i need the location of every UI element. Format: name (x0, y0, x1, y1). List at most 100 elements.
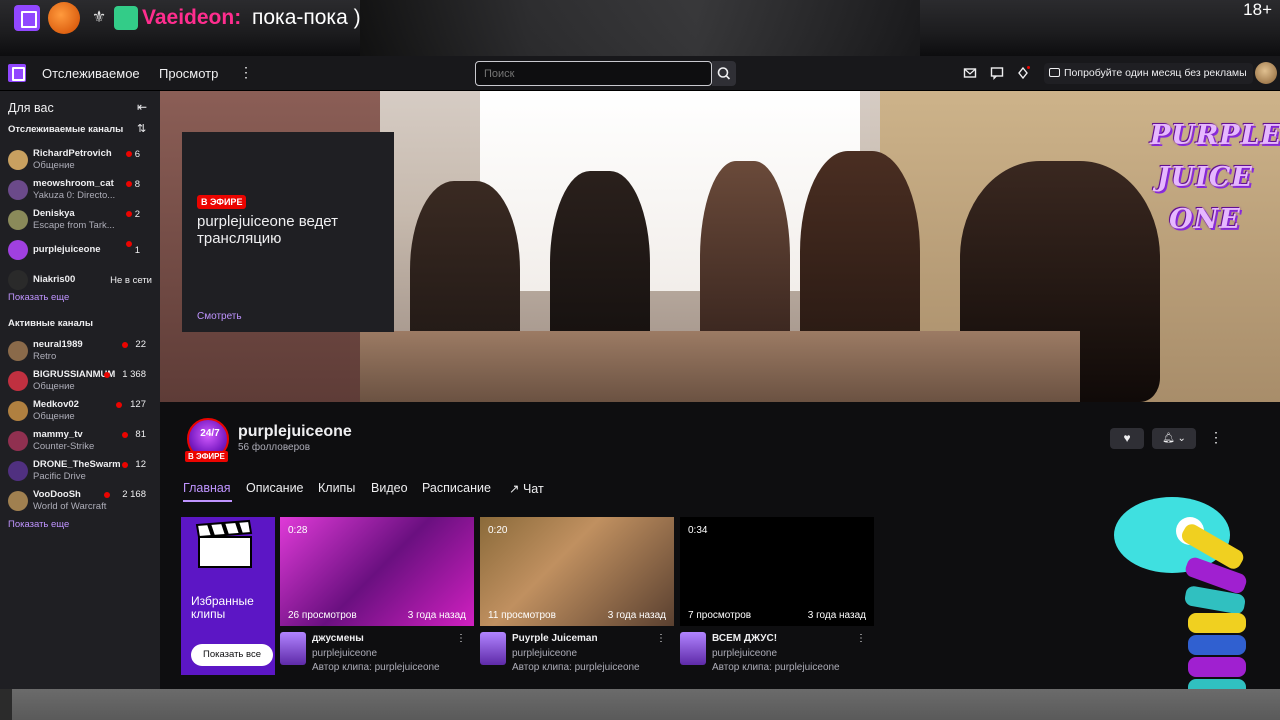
channel-game: Pacific Drive (33, 471, 86, 482)
watch-link[interactable]: Смотреть (197, 311, 242, 322)
search-button[interactable] (712, 61, 736, 86)
heart-icon: ♥ (1123, 431, 1131, 445)
clip-age: 3 года назад (607, 610, 666, 621)
ad-free-icon (1049, 68, 1060, 77)
sidebar: Для вас ⇤ Отслеживаемые каналы ⇅ Richard… (0, 91, 160, 689)
channel-brand-overlay: PURPLE JUICE ONE (1150, 120, 1280, 235)
chat-user-badge-icon (114, 6, 138, 30)
viewer-count: 127 (130, 399, 146, 410)
clip-channel-avatar[interactable] (680, 632, 706, 665)
overlay-chat-message: пока-пока ) (252, 6, 361, 29)
clip-title[interactable]: Puyrple Juiceman (512, 633, 598, 644)
whispers-icon[interactable] (990, 66, 1004, 80)
nav-following-link[interactable]: Отслеживаемое (42, 66, 140, 81)
sidebar-followed-channel[interactable]: RichardPetrovich Общение 6 (0, 147, 160, 177)
clip-thumbnail[interactable]: 0:20 11 просмотров 3 года назад (480, 517, 674, 626)
clip-channel-name[interactable]: purplejuiceone (312, 648, 377, 659)
clip-card[interactable]: 0:20 11 просмотров 3 года назад Puyrple Jui… (480, 517, 674, 677)
active-tab-indicator (183, 500, 232, 502)
tab-videos[interactable]: Видео (371, 481, 408, 495)
follower-count: 56 фолловеров (238, 442, 311, 453)
viewer-count: 8 (134, 179, 140, 190)
search-input[interactable] (475, 61, 712, 86)
more-options-icon[interactable]: ⋮ (239, 64, 253, 81)
bottom-overlay-edge (0, 689, 12, 720)
channel-avatar (8, 240, 28, 260)
nav-browse-link[interactable]: Просмотр (159, 66, 218, 81)
sidebar-active-channel[interactable]: VooDooSh World of Warcraft 2 168 (0, 488, 160, 518)
channel-more-options-icon[interactable]: ⋮ (1209, 429, 1223, 446)
tab-schedule[interactable]: Расписание (422, 481, 491, 495)
viewer-count: 2 168 (122, 489, 146, 500)
clip-channel-avatar[interactable] (280, 632, 306, 665)
live-info-card[interactable]: В ЭФИРЕ purplejuiceone ведет трансляцию … (182, 132, 394, 332)
viewer-count: 6 (134, 149, 140, 160)
clip-title[interactable]: джусмены (312, 633, 364, 644)
clip-title[interactable]: ВСЕМ ДЖУС! (712, 633, 777, 644)
clip-more-options-icon[interactable]: ⋮ (856, 633, 866, 644)
inbox-icon[interactable] (963, 66, 977, 80)
twitch-logo-icon[interactable] (8, 64, 26, 82)
clip-author: Автор клипа: purplejuiceone (512, 662, 640, 673)
ad-free-promo-button[interactable]: Попробуйте один месяц без рекламы (1044, 63, 1253, 84)
tab-about[interactable]: Описание (246, 481, 304, 495)
channel-game: Yakuza 0: Directo... (33, 190, 116, 201)
sidebar-followed-channel[interactable]: Deniskya Escape from Tark... 2 (0, 207, 160, 237)
clip-card[interactable]: 0:34 7 просмотров 3 года назад ВСЕМ ДЖУС! pu… (680, 517, 874, 677)
clip-channel-avatar[interactable] (480, 632, 506, 665)
tab-chat[interactable]: ↗ Чат (509, 481, 544, 496)
sidebar-active-channel[interactable]: DRONE_TheSwarm Pacific Drive 12 (0, 458, 160, 488)
sidebar-active-channel[interactable]: neural1989 Retro 22 (0, 338, 160, 368)
viewer-count: 1 (134, 245, 140, 256)
clip-channel-name[interactable]: purplejuiceone (712, 648, 777, 659)
channel-name: Medkov02 (33, 399, 79, 410)
channel-avatar (8, 431, 28, 451)
sidebar-active-channel[interactable]: mammy_tv Counter-Strike 81 (0, 428, 160, 458)
channel-game: Escape from Tark... (33, 220, 115, 231)
channel-avatar (8, 461, 28, 481)
user-avatar[interactable] (1255, 62, 1277, 84)
crown-icon[interactable] (1016, 66, 1030, 80)
channel-avatar (8, 371, 28, 391)
sort-icon[interactable]: ⇅ (137, 122, 146, 135)
sidebar-active-channel[interactable]: Medkov02 Общение 127 (0, 398, 160, 428)
notifications-button[interactable]: 🔔︎ ⌄ (1152, 428, 1196, 449)
clip-thumbnail[interactable]: 0:28 26 просмотров 3 года назад (280, 517, 474, 626)
clip-thumbnail[interactable]: 0:34 7 просмотров 3 года назад (680, 517, 874, 626)
twitch-icon (14, 5, 40, 31)
tab-clips[interactable]: Клипы (318, 481, 355, 495)
channel-game: Counter-Strike (33, 441, 95, 452)
live-indicator-icon (122, 432, 128, 438)
show-more-active-link[interactable]: Показать еще (8, 519, 69, 530)
live-indicator-icon (126, 151, 132, 157)
clip-channel-name[interactable]: purplejuiceone (512, 648, 577, 659)
clip-views: 7 просмотров (688, 610, 752, 621)
sidebar-active-channel[interactable]: BIGRUSSIANMUM Общение 1 368 (0, 368, 160, 398)
channel-name[interactable]: purplejuiceone (238, 423, 352, 441)
channel-section: 24/7 В ЭФИРЕ purplejuiceone 56 фолловеро… (160, 402, 1246, 689)
clip-author: Автор клипа: purplejuiceone (312, 662, 440, 673)
clip-more-options-icon[interactable]: ⋮ (456, 633, 466, 644)
show-all-button[interactable]: Показать все (191, 644, 273, 666)
stream-overlay: ⚜ Vaeideon: пока-пока ) 18+ (0, 0, 1280, 56)
orange-ball-icon (48, 2, 80, 34)
viewer-count: 12 (135, 459, 146, 470)
live-card-title: purplejuiceone ведет трансляцию (197, 213, 339, 247)
show-more-followed-link[interactable]: Показать еще (8, 292, 69, 303)
channel-name: RichardPetrovich (33, 148, 112, 159)
sidebar-followed-channel[interactable]: purplejuiceone 1 (0, 237, 160, 267)
channel-game: Общение (33, 160, 75, 171)
clip-card[interactable]: 0:28 26 просмотров 3 года назад джусмены pur… (280, 517, 474, 677)
follow-button[interactable]: ♥ (1110, 428, 1144, 449)
collapse-sidebar-icon[interactable]: ⇤ (137, 100, 147, 114)
clip-more-options-icon[interactable]: ⋮ (656, 633, 666, 644)
sidebar-followed-channel[interactable]: meowshroom_cat Yakuza 0: Directo... 8 (0, 177, 160, 207)
clip-age: 3 года назад (807, 610, 866, 621)
bell-icon: 🔔︎ ⌄ (1162, 433, 1186, 444)
bottom-overlay-strip (0, 689, 1280, 720)
channel-avatar (8, 210, 28, 230)
live-indicator-icon (104, 372, 110, 378)
featured-clips-card[interactable]: Избранные клипы Показать все (181, 517, 275, 675)
clip-age: 3 года назад (407, 610, 466, 621)
tab-home[interactable]: Главная (183, 481, 231, 495)
